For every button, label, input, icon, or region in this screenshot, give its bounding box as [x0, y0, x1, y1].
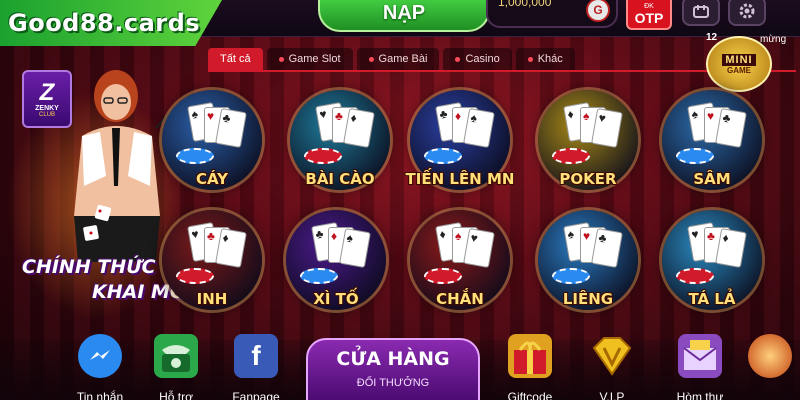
tab-all[interactable]: Tất cả	[208, 48, 263, 70]
otp-button[interactable]: ĐK OTP	[626, 0, 672, 30]
tab-khac[interactable]: Khác	[515, 48, 575, 70]
deposit-button[interactable]: NẠP	[318, 0, 490, 32]
settings-gear-icon[interactable]	[728, 0, 766, 26]
messages-button[interactable]: Tin nhắn	[64, 334, 136, 400]
tab-dot-icon	[278, 56, 284, 62]
vip-label: V.I.P	[599, 390, 625, 400]
game-tile-poker[interactable]: ♦ ♠ ♥ POKER	[538, 90, 646, 198]
tab-game-slot[interactable]: Game Slot	[266, 48, 353, 70]
poker-chip-icon	[552, 148, 590, 164]
brand-logo: Good88.cards	[0, 0, 222, 46]
tab-game-bai-label: Game Bài	[378, 53, 428, 65]
otp-sub: ĐK	[644, 3, 654, 10]
game-label: SÂM	[693, 170, 731, 188]
promo-line-1: CHÍNH THỨC	[22, 256, 156, 278]
game-tile-cay[interactable]: ♠ ♥ ♣ CÁY	[162, 90, 270, 198]
zenky-name: ZENKY	[35, 104, 59, 112]
category-tabs: Tất cả Game Slot Game Bài Casino Khác	[208, 48, 575, 70]
cards-character-icon	[748, 334, 792, 378]
otp-label: OTP	[634, 10, 664, 26]
game-label: CÁY	[195, 170, 229, 188]
poker-chip-icon	[424, 148, 462, 164]
zenky-letter: Z	[39, 78, 55, 106]
mailbox-button[interactable]: Hòm thư	[664, 334, 736, 400]
poker-chip-icon	[300, 268, 338, 284]
mini-game-badge: 12	[706, 32, 718, 43]
mini-game-title: MINI	[722, 53, 756, 66]
facebook-icon: f	[234, 334, 278, 378]
zenky-club-logo: Z ZENKY CLUB	[22, 70, 72, 128]
game-label: XÌ TỐ	[313, 290, 359, 308]
vip-button[interactable]: V.I.P	[576, 334, 648, 400]
mini-game-subtitle: GAME	[727, 65, 751, 75]
support-button[interactable]: Hỗ trợ	[140, 334, 212, 400]
balance-value: 1,000,000	[498, 0, 552, 9]
shop-title: CỬA HÀNG	[336, 348, 450, 370]
poker-chip-icon	[176, 148, 214, 164]
game-label: TIẾN LÊN MN	[405, 170, 515, 188]
game-tile-lieng[interactable]: ♠ ♥ ♣ LIÊNG	[538, 210, 646, 318]
game-tile-sam[interactable]: ♠ ♥ ♣ SÂM	[662, 90, 770, 198]
messages-label: Tin nhắn	[76, 390, 124, 400]
shop-button[interactable]: CỬA HÀNG ĐỔI THƯỞNG	[306, 338, 480, 400]
game-tile-ta-la[interactable]: ♥ ♣ ♦ TÁ LẢ	[662, 210, 770, 318]
tab-all-label: Tất cả	[220, 53, 251, 65]
game-label: LIÊNG	[562, 290, 614, 308]
game-tile-chan[interactable]: ♦ ♠ ♥ CHẮN	[410, 210, 518, 318]
tab-dot-icon	[527, 56, 533, 62]
coin-icon: G	[586, 0, 610, 22]
giftcode-label: Giftcode	[507, 390, 553, 400]
game-label: CHẮN	[436, 290, 484, 308]
inbox-icon[interactable]	[682, 0, 720, 26]
game-label: BÀI CÀO	[305, 170, 375, 188]
poker-chip-icon	[304, 148, 342, 164]
game-label: TÁ LẢ	[688, 290, 736, 308]
tab-casino-label: Casino	[465, 53, 500, 65]
vip-diamond-icon	[590, 334, 634, 378]
poker-chip-icon	[424, 268, 462, 284]
tab-casino[interactable]: Casino	[443, 48, 512, 70]
mailbox-label: Hòm thư	[676, 390, 724, 400]
support-label: Hỗ trợ	[159, 390, 193, 400]
tab-dot-icon	[368, 56, 374, 62]
giftcode-button[interactable]: Giftcode	[494, 334, 566, 400]
zenky-sub: CLUB	[38, 111, 55, 118]
gift-icon	[508, 334, 552, 378]
shop-subtitle: ĐỔI THƯỞNG	[356, 377, 430, 389]
game-tile-tien-len-mn[interactable]: ♣ ♦ ♠ TIẾN LÊN MN	[406, 90, 518, 198]
poker-chip-icon	[176, 268, 214, 284]
balance-display: 1,000,000 G	[486, 0, 618, 28]
fanpage-label: Fanpage	[232, 390, 280, 400]
poker-chip-icon	[552, 268, 590, 284]
game-tile-inh[interactable]: ♥ ♣ ♦ INH	[162, 210, 270, 318]
game-tile-xi-to[interactable]: ♣ ♦ ♠ XÌ TỐ	[286, 210, 394, 318]
game-label: POKER	[559, 170, 617, 188]
mini-game-note: mừng	[760, 34, 787, 45]
deposit-label: NẠP	[382, 1, 426, 24]
tab-game-bai[interactable]: Game Bài	[356, 48, 440, 70]
mailbox-icon	[678, 334, 722, 378]
brand-name: Good88.cards	[8, 9, 201, 37]
game-tile-bai-cao[interactable]: ♥ ♣ ♦ BÀI CÀO	[290, 90, 398, 198]
messenger-icon	[78, 334, 122, 378]
lobby-screen: Good88.cards NẠP 1,000,000 G ĐK OTP Tất …	[0, 0, 800, 400]
poker-chip-icon	[676, 268, 714, 284]
events-button[interactable]	[734, 334, 800, 400]
fanpage-button[interactable]: f Fanpage	[220, 334, 292, 400]
tab-game-slot-label: Game Slot	[288, 53, 341, 65]
tab-khac-label: Khác	[537, 53, 563, 65]
game-label: INH	[196, 290, 228, 308]
phone-icon	[154, 334, 198, 378]
tab-dot-icon	[455, 56, 461, 62]
poker-chip-icon	[676, 148, 714, 164]
